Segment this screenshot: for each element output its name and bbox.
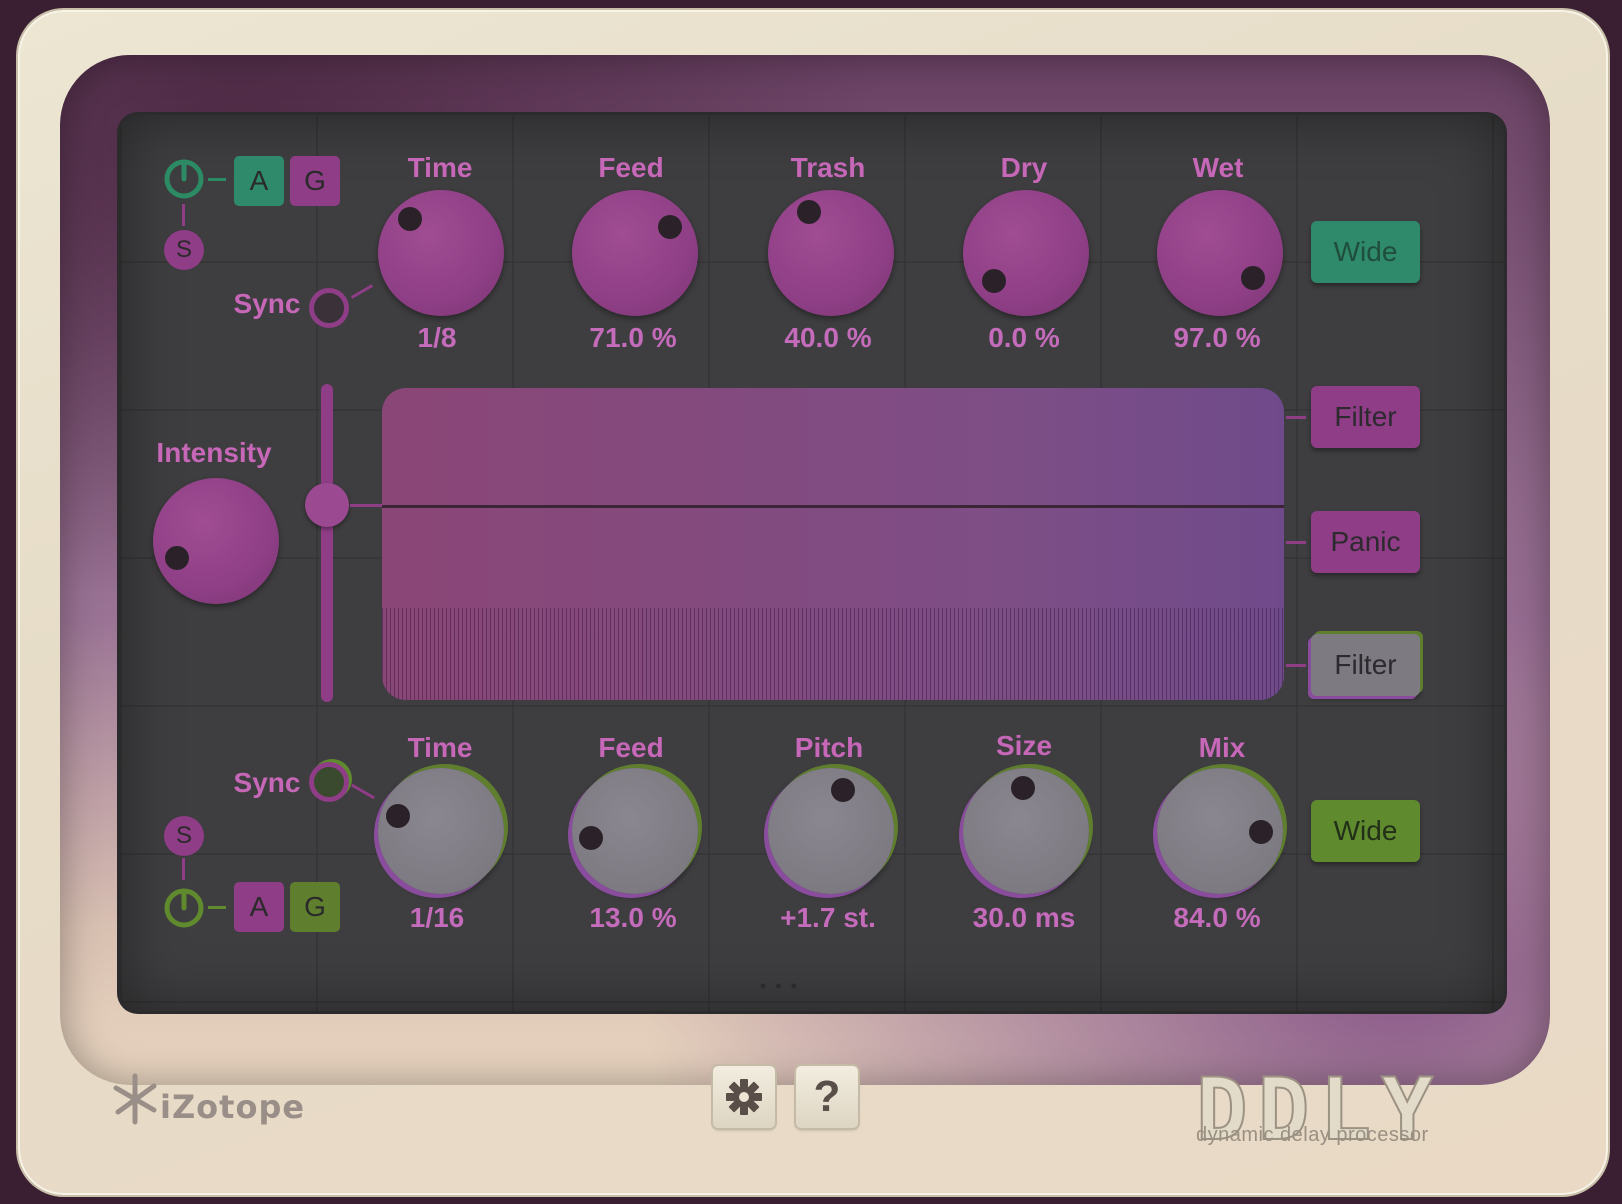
more-handle[interactable]: • • • bbox=[760, 976, 799, 997]
a-button-top[interactable]: A bbox=[234, 156, 284, 206]
knob-indicator bbox=[398, 207, 422, 231]
product-subtitle: dynamic delay processor bbox=[1196, 1124, 1429, 1146]
power-icon[interactable] bbox=[163, 158, 205, 200]
dry-label-top: Dry bbox=[1000, 152, 1048, 183]
knob-indicator bbox=[579, 826, 603, 850]
feed-label-top: Feed bbox=[598, 152, 664, 183]
a-button-bottom[interactable]: A bbox=[234, 882, 284, 932]
pitch-knob-bottom[interactable] bbox=[768, 768, 894, 894]
mix-label-bottom: Mix bbox=[1198, 732, 1246, 763]
mix-value-bottom: 84.0 % bbox=[1173, 902, 1261, 933]
wet-label-top: Wet bbox=[1192, 152, 1244, 183]
knob-indicator bbox=[982, 269, 1006, 293]
intensity-slider-handle[interactable] bbox=[305, 483, 349, 527]
knob-indicator bbox=[1249, 820, 1273, 844]
panic-button[interactable]: Panic bbox=[1311, 511, 1420, 573]
dry-knob-top[interactable] bbox=[963, 190, 1089, 316]
pitch-value-bottom: +1.7 st. bbox=[780, 902, 876, 933]
threshold-line[interactable] bbox=[382, 505, 1284, 508]
filter-button-top[interactable]: Filter bbox=[1311, 386, 1420, 448]
pitch-label-bottom: Pitch bbox=[794, 732, 864, 763]
trash-knob-top[interactable] bbox=[768, 190, 894, 316]
mix-knob-bottom[interactable] bbox=[1157, 768, 1283, 894]
dry-value-top: 0.0 % bbox=[988, 322, 1060, 353]
sync-label-bottom: Sync bbox=[233, 767, 301, 798]
filter-top-connector bbox=[1286, 416, 1306, 419]
trash-label-top: Trash bbox=[790, 152, 866, 183]
wide-button-bottom[interactable]: Wide bbox=[1311, 800, 1420, 862]
wide-button-top[interactable]: Wide bbox=[1311, 221, 1420, 283]
time-knob-top[interactable] bbox=[378, 190, 504, 316]
size-value-bottom: 30.0 ms bbox=[972, 902, 1076, 933]
knob-indicator bbox=[797, 200, 821, 224]
settings-button[interactable] bbox=[713, 1066, 775, 1128]
wet-value-top: 97.0 % bbox=[1173, 322, 1261, 353]
time-value-top: 1/8 bbox=[417, 322, 457, 353]
sync-label-top: Sync bbox=[233, 288, 301, 319]
intensity-slider-track[interactable] bbox=[321, 384, 333, 702]
s-button-top[interactable]: S bbox=[164, 230, 204, 270]
time-label-top: Time bbox=[407, 152, 473, 183]
sync-toggle-top[interactable] bbox=[309, 288, 349, 328]
g-button-top[interactable]: G bbox=[290, 156, 340, 206]
g-button-bottom[interactable]: G bbox=[290, 882, 340, 932]
delay-graph[interactable] bbox=[382, 388, 1284, 700]
size-knob-bottom[interactable] bbox=[963, 768, 1089, 894]
feed-knob-bottom[interactable] bbox=[572, 768, 698, 894]
trash-value-top: 40.0 % bbox=[784, 322, 872, 353]
power-connector bbox=[208, 178, 226, 181]
slider-graph-connector bbox=[350, 504, 382, 507]
feed-label-bottom: Feed bbox=[598, 732, 664, 763]
filter-button-bottom[interactable]: Filter bbox=[1311, 634, 1420, 696]
brand-logo: iZotope bbox=[160, 1088, 306, 1126]
knob-indicator bbox=[831, 778, 855, 802]
time-label-bottom: Time bbox=[407, 732, 473, 763]
wet-knob-top[interactable] bbox=[1157, 190, 1283, 316]
waveform bbox=[382, 608, 1284, 700]
size-label-bottom: Size bbox=[995, 730, 1053, 761]
power-s-connector bbox=[182, 204, 185, 226]
gear-icon bbox=[726, 1079, 762, 1115]
power-s-connector-bottom bbox=[182, 858, 185, 880]
help-button[interactable]: ? bbox=[796, 1066, 858, 1128]
sync-toggle-bottom[interactable] bbox=[309, 762, 349, 802]
power-connector-bottom bbox=[208, 906, 226, 909]
time-knob-bottom[interactable] bbox=[378, 768, 504, 894]
filter-bottom-connector bbox=[1286, 664, 1306, 667]
power-icon[interactable] bbox=[163, 887, 205, 929]
knob-indicator bbox=[165, 546, 189, 570]
panic-connector bbox=[1286, 541, 1306, 544]
intensity-knob[interactable] bbox=[153, 478, 279, 604]
intensity-label: Intensity bbox=[156, 437, 272, 468]
help-icon: ? bbox=[813, 1072, 841, 1121]
feed-value-top: 71.0 % bbox=[589, 322, 677, 353]
knob-indicator bbox=[1011, 776, 1035, 800]
knob-indicator bbox=[1241, 266, 1265, 290]
knob-indicator bbox=[386, 804, 410, 828]
feed-value-bottom: 13.0 % bbox=[589, 902, 677, 933]
izotope-logo-icon bbox=[113, 1073, 157, 1125]
feed-knob-top[interactable] bbox=[572, 190, 698, 316]
knob-indicator bbox=[658, 215, 682, 239]
s-button-bottom[interactable]: S bbox=[164, 816, 204, 856]
time-value-bottom: 1/16 bbox=[409, 902, 465, 933]
